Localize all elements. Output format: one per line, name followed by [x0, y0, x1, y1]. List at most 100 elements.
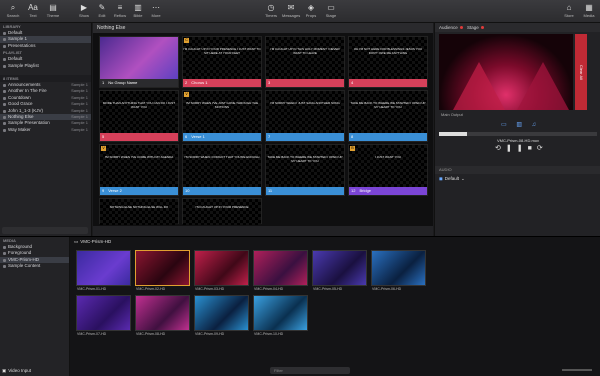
media-thumbnail[interactable]: VMC-Prism-08-HD	[135, 295, 190, 336]
media-name: VMC-Prism-08-HD	[136, 332, 166, 336]
toolbar-more-button[interactable]: ⋯ More	[148, 2, 164, 22]
toolbar-messages-button[interactable]: ✉ Messages	[282, 2, 300, 22]
media-thumbnail[interactable]: VMC-Prism-01-HD	[76, 250, 131, 291]
slide-thumbnail[interactable]: 1 No Group Name	[99, 36, 179, 88]
chevron-down-icon: ⌄	[461, 176, 465, 181]
document-icon	[3, 115, 6, 119]
playlist-item-label: Default	[8, 56, 23, 62]
filter-placeholder: Filter	[274, 368, 283, 373]
media-folder-header: ▭ VMC-Prism-HD	[74, 239, 111, 245]
slide-thumbnail[interactable]: MORE THAN ANYTHING THAT YOU CAN DO I JUS…	[99, 90, 179, 142]
library-item[interactable]: Presentations	[0, 43, 91, 49]
audio-progress-bar[interactable]	[439, 132, 597, 136]
video-input-button[interactable]: ▣ Video Input	[2, 368, 31, 374]
toolbar-timers-button[interactable]: ◷ Timers	[262, 2, 280, 22]
media-thumbnail[interactable]: VMC-Prism-03-HD	[194, 250, 249, 291]
toolbar-search-button[interactable]: ⌕ Search	[4, 2, 22, 22]
clear-all-button[interactable]: Clear All	[575, 34, 587, 110]
toolbar-store-button[interactable]: ⌂ Store	[560, 2, 578, 22]
slide-thumbnail[interactable]: TAKE ME BACK TO WHERE WE STARTED I OPEN …	[265, 144, 345, 196]
media-thumbnail[interactable]: VMC-Prism-06-HD	[371, 250, 426, 291]
toolbar-label: Props	[305, 13, 317, 18]
toolbar-reflow-button[interactable]: ≡ Reflow	[112, 2, 128, 22]
media-thumbnail[interactable]: VMC-Prism-07-HD	[76, 295, 131, 336]
slide-thumbnail[interactable]: NOTHING ELSE NOTHING ELSE WILL DO13	[99, 198, 179, 225]
slide-group-name: Chorus 1	[191, 80, 208, 85]
toolbar-stage-button[interactable]: ▭ Stage	[322, 2, 340, 22]
media-sidebar: MEDIA Background Foreground VMC-Prism-HD Sam…	[0, 237, 70, 376]
pause-icon[interactable]: ❚❚	[506, 145, 528, 152]
toolbar-label: Timers	[264, 13, 278, 18]
tab-stage[interactable]: Stage	[467, 23, 484, 32]
library-filter[interactable]	[2, 227, 88, 234]
slide-thumbnail[interactable]: I'M SORRY WHEN I'VE COME WITH MY AGENDA V…	[99, 144, 179, 196]
media-thumbnail[interactable]: VMC-Prism-10-HD	[253, 295, 308, 336]
slide-thumbnail[interactable]: I JUST WANT YOU B 12 Bridge	[348, 144, 428, 196]
slide-number: 1	[102, 80, 105, 85]
live-dot-icon	[459, 26, 463, 29]
slide-label-bar: 2 Chorus 1	[183, 79, 261, 87]
media-folder[interactable]: Sample Content	[0, 263, 69, 269]
slide-number: 3	[268, 80, 271, 85]
slide-thumbnail[interactable]: I'M CAUGHT UP IN YOUR PRESENCE I JUST WA…	[182, 36, 262, 88]
media-type-icons: ▭ ▥ ♫	[501, 122, 541, 128]
slide-label-bar: 1 No Group Name	[100, 79, 178, 87]
bible-icon: ▥	[134, 3, 142, 12]
tab-audience[interactable]: Audience	[439, 23, 463, 32]
slide-content	[100, 37, 178, 81]
forward-icon[interactable]: ⟳	[537, 145, 548, 152]
toolbar-label: Store	[564, 13, 574, 18]
media-name: VMC-Prism-02-HD	[136, 287, 166, 291]
toolbar-label: Messages	[282, 13, 301, 18]
document-icon	[3, 128, 6, 132]
toolbar-theme-button[interactable]: ▤ Theme	[44, 2, 62, 22]
media-folder-label: Foreground	[8, 250, 32, 256]
toolbar-media-button[interactable]: ▦ Media	[580, 2, 598, 22]
slide-content: I'M SORRY WHEN I JUST SANG ANOTHER SONG	[266, 91, 344, 135]
search-icon: ⌕	[10, 3, 16, 12]
text-icon: Aa	[28, 3, 38, 12]
media-thumbnail[interactable]: VMC-Prism-09-HD	[194, 295, 249, 336]
media-filter[interactable]: Filter	[270, 367, 350, 374]
toolbar-edit-button[interactable]: ✎ Edit	[94, 2, 110, 22]
tab-label: Stage	[467, 25, 479, 30]
toolbar-label: Bible	[133, 13, 143, 18]
folder-icon	[3, 258, 6, 262]
stop-icon[interactable]: ■	[528, 145, 537, 152]
library-header: LIBRARY	[3, 24, 21, 29]
slide-group-name: Bridge	[359, 188, 372, 193]
toolbar-show-button[interactable]: ▶ Show	[76, 2, 92, 22]
slide-thumbnail[interactable]: I'M SORRY WHEN I FORGOT THAT YOU'RE ENOU…	[182, 144, 262, 196]
slide-thumbnail[interactable]: I'M CAUGHT UP IN THIS HOLY MOMENT I NEVE…	[265, 36, 345, 88]
zoom-slider[interactable]	[562, 369, 592, 371]
toolbar-text-button[interactable]: Aa Text	[24, 2, 42, 22]
video-input-label: Video Input	[8, 368, 31, 373]
document-icon	[3, 90, 6, 94]
toolbar-bible-button[interactable]: ▥ Bible	[130, 2, 146, 22]
audio-output-select[interactable]: ◼ Default ⌄	[439, 176, 465, 182]
slide-thumbnail[interactable]: TAKE ME BACK TO WHERE WE STARTED I OPEN …	[348, 90, 428, 142]
media-thumbnail[interactable]: VMC-Prism-04-HD	[253, 250, 308, 291]
slide-thumbnail[interactable]: I'M SORRY WHEN I JUST SANG ANOTHER SONG 7	[265, 90, 345, 142]
stage-icon: ▭	[327, 3, 335, 12]
slide-number: 7	[268, 134, 271, 139]
presentation-item[interactable]: Way Maker Sample 1	[0, 127, 91, 133]
media-name: VMC-Prism-06-HD	[372, 287, 402, 291]
toolbar-props-button[interactable]: ◈ Props	[302, 2, 320, 22]
slide-label-bar: 3	[266, 79, 344, 87]
toolbar-label: Edit	[98, 13, 106, 18]
edit-icon: ✎	[98, 3, 106, 12]
presentation-name: Sample Presentation	[8, 120, 50, 126]
rewind-icon[interactable]: ⟲	[495, 145, 506, 152]
playlist-item[interactable]: Sample Playlist	[0, 63, 91, 69]
media-thumbnail[interactable]: VMC-Prism-05-HD	[312, 250, 367, 291]
slide-content: I JUST WANT YOU	[349, 145, 427, 189]
slide-thumbnail[interactable]: I'M CAUGHT UP IN YOUR PRESENCE14	[182, 198, 262, 225]
store-icon: ⌂	[566, 3, 572, 12]
playlist-item-label: Sample Playlist	[8, 62, 39, 68]
slide-thumbnail[interactable]: I'M SORRY WHEN I'VE JUST GONE THROUGH TH…	[182, 90, 262, 142]
slide-content: I'M CAUGHT UP IN YOUR PRESENCE I JUST WA…	[183, 37, 261, 81]
slide-thumbnail[interactable]: OH I'M NOT HERE FOR BLESSINGS JESUS YOU …	[348, 36, 428, 88]
library-item-label: Default	[8, 30, 23, 35]
media-thumbnail[interactable]: VMC-Prism-02-HD	[135, 250, 190, 291]
